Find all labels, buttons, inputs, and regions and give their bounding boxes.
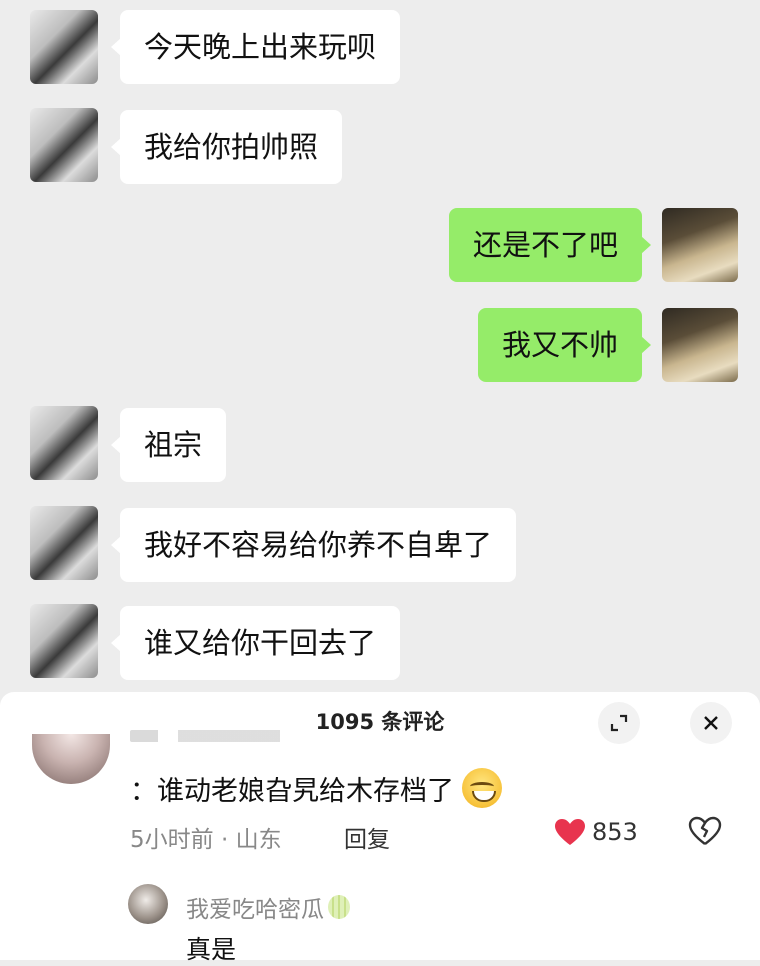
chat-area: 今天晚上出来玩呗 我给你拍帅照 还是不了吧 我又不帅 祖宗 我好不容易给你养不自… (0, 0, 760, 692)
reply-text: 真是 (186, 935, 237, 964)
comments-sheet: 1095 条评论 ：谁动老娘旮旯给木存档了 5小时前 · 山东 回复 853 我… (0, 692, 760, 964)
contact-avatar[interactable] (30, 506, 98, 580)
heart-icon (555, 819, 585, 845)
reply-button[interactable]: 回复 (344, 820, 390, 854)
reply-user-avatar[interactable] (128, 884, 168, 924)
comment-text-row: ：谁动老娘旮旯给木存档了 (130, 768, 502, 808)
contact-avatar[interactable] (30, 406, 98, 480)
outgoing-message[interactable]: 还是不了吧 (448, 208, 652, 282)
close-button[interactable] (690, 702, 732, 744)
reply-username: 我爱吃哈密瓜 (186, 897, 324, 923)
broken-heart-icon (688, 816, 722, 845)
melon-icon (328, 895, 350, 919)
commenter-avatar[interactable] (32, 734, 110, 784)
comment-time-location: 5小时前 · 山东 (130, 827, 282, 853)
like-button[interactable]: 853 (554, 818, 638, 846)
incoming-message[interactable]: 我好不容易给你养不自卑了 (110, 508, 517, 582)
incoming-message[interactable]: 祖宗 (110, 408, 227, 482)
contact-avatar[interactable] (30, 108, 98, 182)
comment-text: ：谁动老娘旮旯给木存档了 (130, 775, 454, 807)
incoming-message[interactable]: 谁又给你干回去了 (110, 606, 401, 680)
contact-avatar[interactable] (30, 604, 98, 678)
incoming-message[interactable]: 今天晚上出来玩呗 (110, 10, 401, 84)
self-avatar[interactable] (662, 308, 738, 382)
like-count: 853 (592, 818, 638, 846)
incoming-message[interactable]: 我给你拍帅照 (110, 110, 343, 184)
expand-icon (610, 714, 628, 732)
grinning-sweat-emoji-icon (462, 768, 502, 808)
expand-button[interactable] (598, 702, 640, 744)
dislike-button[interactable] (688, 816, 722, 850)
self-avatar[interactable] (662, 208, 738, 282)
contact-avatar[interactable] (30, 10, 98, 84)
outgoing-message[interactable]: 我又不帅 (477, 308, 652, 382)
reply-username-row[interactable]: 我爱吃哈密瓜 (186, 890, 350, 924)
close-icon (704, 716, 718, 730)
comments-count-title: 1095 条评论 (315, 710, 445, 734)
commenter-name-cropped (130, 730, 350, 742)
